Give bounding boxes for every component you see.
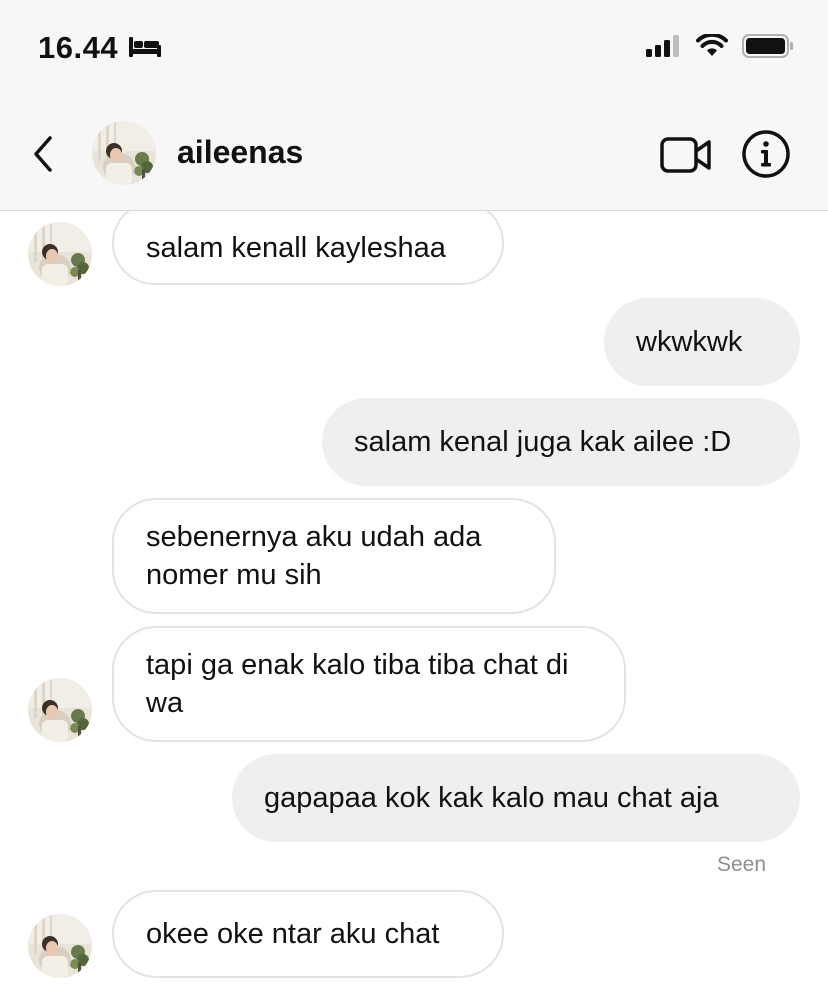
- video-call-button[interactable]: [660, 136, 712, 174]
- chat-username[interactable]: aileenas: [177, 134, 303, 171]
- message-text: salam kenal juga kak ailee :D: [354, 426, 732, 458]
- message-text: okee oke ntar aku chat: [146, 918, 440, 950]
- message-text: gapapaa kok kak kalo mau chat aja: [264, 782, 719, 814]
- message-thread[interactable]: salam kenall kayleshaa wkwkwk salam kena…: [0, 211, 828, 994]
- message-text: sebenernya aku udah ada nomer mu sih: [146, 521, 482, 591]
- message-bubble-incoming[interactable]: okee oke ntar aku chat: [112, 890, 504, 978]
- message-text: salam kenall kayleshaa: [146, 232, 446, 264]
- sender-avatar[interactable]: [28, 222, 92, 286]
- video-camera-icon: [660, 137, 711, 173]
- chevron-left-icon: [34, 136, 52, 172]
- chat-header: aileenas: [0, 100, 828, 211]
- message-bubble-incoming[interactable]: salam kenall kayleshaa: [112, 211, 504, 285]
- cellular-signal-icon: [646, 35, 682, 62]
- battery-icon: [742, 34, 794, 63]
- sender-avatar[interactable]: [28, 678, 92, 742]
- message-text: tapi ga enak kalo tiba tiba chat di wa: [146, 649, 569, 719]
- status-time: 16.44: [38, 30, 162, 66]
- header-avatar[interactable]: [92, 121, 156, 185]
- info-icon: [742, 130, 790, 178]
- sleep-focus-icon: [128, 30, 162, 66]
- message-bubble-incoming[interactable]: tapi ga enak kalo tiba tiba chat di wa: [112, 626, 626, 742]
- back-button[interactable]: [28, 132, 62, 176]
- status-bar: 16.44: [0, 0, 828, 100]
- message-bubble-outgoing[interactable]: salam kenal juga kak ailee :D: [322, 398, 800, 486]
- info-button[interactable]: [740, 128, 792, 180]
- message-text: wkwkwk: [636, 326, 743, 358]
- sender-avatar[interactable]: [28, 914, 92, 978]
- seen-receipt: Seen: [716, 853, 766, 876]
- wifi-icon: [696, 32, 728, 63]
- time-label: 16.44: [38, 30, 119, 65]
- message-bubble-outgoing[interactable]: gapapaa kok kak kalo mau chat aja: [232, 754, 800, 842]
- message-bubble-outgoing[interactable]: wkwkwk: [604, 298, 800, 386]
- message-bubble-incoming[interactable]: sebenernya aku udah ada nomer mu sih: [112, 498, 556, 614]
